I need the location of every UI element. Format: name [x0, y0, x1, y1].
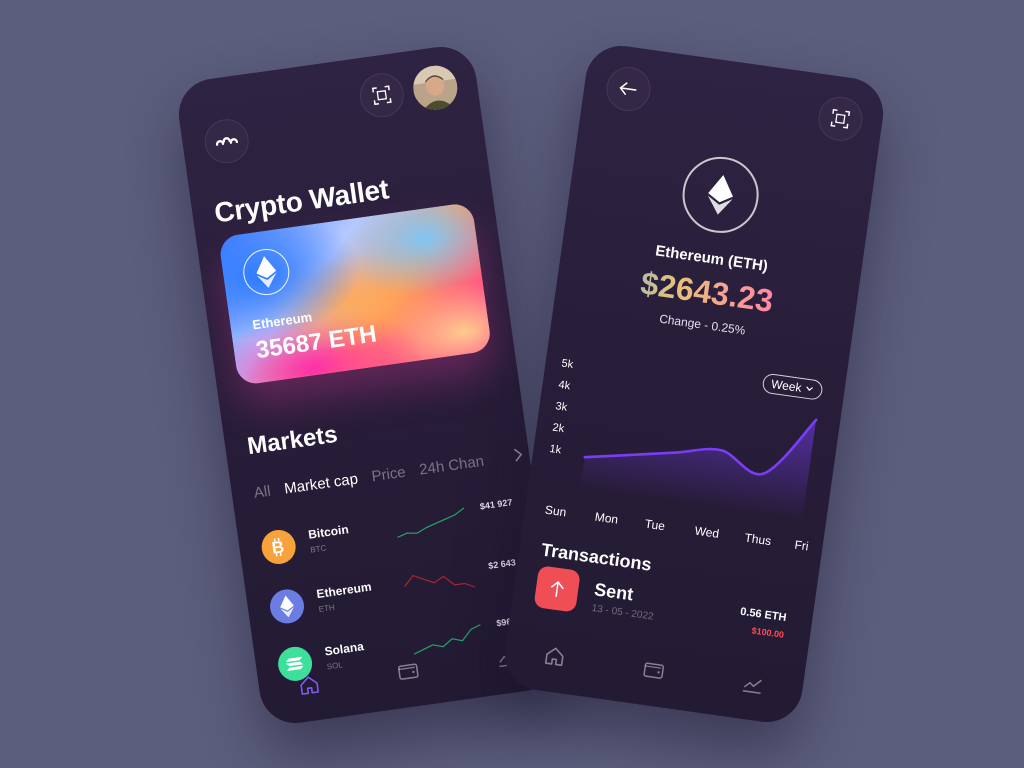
y-tick-label: 3k: [555, 400, 569, 414]
coin-price: $41 927: [479, 497, 513, 512]
filter-24h-change[interactable]: 24h Chan: [418, 453, 485, 479]
coin-sparkline: [397, 507, 465, 538]
ethereum-icon: [267, 587, 307, 626]
sparkline-path: [397, 507, 465, 538]
market-filter-tabs: All Market cap Price 24h Chan: [253, 453, 485, 502]
coin-price: $2 643: [487, 557, 517, 571]
scan-icon: [371, 85, 392, 106]
coin-name: Bitcoin: [307, 522, 350, 542]
price-chart: 5k 4k 3k 2k 1k Sun Mon Tue Wed Thus Fri: [544, 357, 818, 554]
filter-price[interactable]: Price: [371, 464, 407, 486]
ethereum-icon: [256, 256, 277, 288]
scan-button[interactable]: [356, 70, 407, 121]
markets-title: Markets: [245, 420, 340, 461]
nav-wallet[interactable]: [631, 648, 676, 693]
filter-market-cap[interactable]: Market cap: [283, 470, 359, 497]
back-button[interactable]: [603, 64, 654, 114]
x-tick-label: Fri: [794, 538, 810, 554]
coin-logo: [677, 151, 764, 238]
x-tick-label: Wed: [694, 524, 720, 541]
svg-text:B: B: [270, 537, 285, 558]
menu-dots-icon: [215, 137, 239, 146]
y-tick-label: 5k: [561, 357, 575, 371]
arrow-up-icon: [550, 580, 564, 597]
coin-name: Ethereum: [315, 579, 373, 602]
ethereum-icon: [707, 175, 733, 215]
scan-icon: [830, 108, 851, 129]
coin-sparkline: [403, 574, 476, 588]
y-tick-label: 4k: [558, 379, 572, 393]
card-coin-logo: [240, 246, 293, 299]
detail-screen: Ethereum (ETH) $2643.23 Change - 0.25% W…: [500, 41, 888, 727]
transaction-label: Sent: [593, 579, 635, 605]
transaction-date: 13 - 05 - 2022: [591, 603, 655, 623]
wallet-screen: Crypto Wallet Ethereum 35687 ETH Markets…: [174, 42, 562, 728]
nav-home[interactable]: [287, 663, 332, 708]
sent-badge: [533, 565, 581, 613]
x-tick-label: Sun: [544, 503, 567, 520]
sparkline-path: [403, 574, 476, 588]
x-tick-label: Tue: [644, 517, 666, 534]
nav-home[interactable]: [532, 634, 577, 679]
coin-symbol: BTC: [309, 543, 327, 555]
home-icon: [300, 676, 320, 695]
arrow-left-icon: [619, 82, 637, 96]
menu-button[interactable]: [201, 116, 252, 167]
bitcoin-icon: B: [259, 527, 298, 567]
transaction-fiat: $100.00: [751, 625, 785, 640]
chart-icon: [742, 679, 762, 695]
wallet-icon: [397, 663, 419, 680]
card-coin-name: Ethereum: [251, 309, 313, 333]
x-tick-label: Mon: [594, 510, 619, 527]
user-avatar[interactable]: [410, 62, 461, 113]
y-tick-label: 2k: [552, 422, 566, 436]
showcase-canvas: Crypto Wallet Ethereum 35687 ETH Markets…: [0, 0, 1024, 768]
chevron-right-icon[interactable]: [512, 446, 525, 468]
x-tick-label: Thus: [744, 531, 772, 549]
avatar-photo: [410, 62, 461, 113]
home-icon: [544, 647, 564, 667]
ethereum-card[interactable]: Ethereum 35687 ETH: [218, 201, 493, 386]
filter-all[interactable]: All: [253, 483, 272, 502]
y-tick-label: 1k: [549, 443, 563, 457]
chart-area: [580, 419, 817, 520]
transaction-amount: 0.56 ETH: [739, 605, 788, 625]
scan-button[interactable]: [815, 93, 866, 144]
nav-chart[interactable]: [730, 662, 775, 707]
nav-wallet[interactable]: [386, 649, 431, 694]
wallet-icon: [643, 662, 665, 679]
coin-symbol: ETH: [318, 602, 336, 614]
